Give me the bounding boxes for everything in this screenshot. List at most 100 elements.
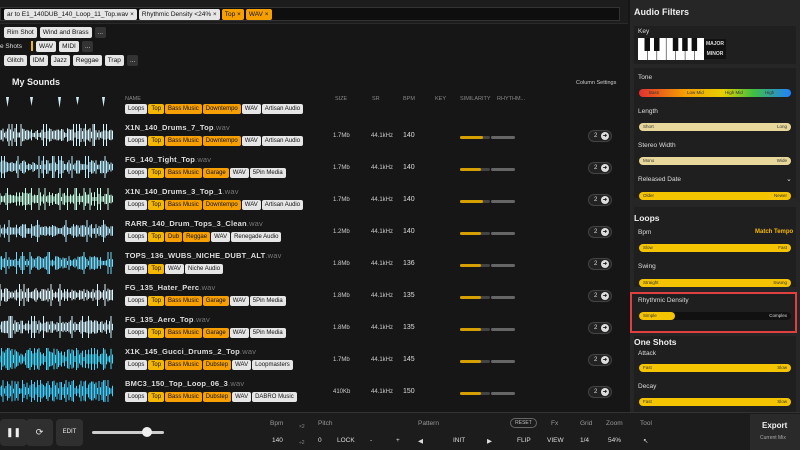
grid-value[interactable]: 1/4 xyxy=(580,437,589,444)
volume-slider[interactable] xyxy=(92,431,164,434)
export-button[interactable]: Export Current Mix xyxy=(750,414,800,450)
tag-chip[interactable]: Loops xyxy=(125,200,148,210)
loop-button[interactable]: ⟳ xyxy=(26,419,53,446)
piano-keyboard[interactable] xyxy=(638,38,704,60)
sound-row[interactable]: FG_140_Tight_Top.wav Loops Top Bass Music Ga… xyxy=(0,151,628,182)
filter-chip-density[interactable]: Rhythmic Density <24% × xyxy=(138,8,220,20)
col-size[interactable]: SIZE xyxy=(335,96,347,102)
waveform[interactable] xyxy=(0,346,114,372)
chevron-down-icon[interactable]: ⌄ xyxy=(786,175,792,183)
zoom-value[interactable]: 54% xyxy=(608,437,621,444)
sound-row[interactable]: X1N_140_Drums_7_Top.wav Loops Top Bass Musi… xyxy=(0,119,628,150)
tag-chip[interactable]: Dubstep xyxy=(202,392,232,402)
tag-chip[interactable]: Bass Music xyxy=(165,360,202,370)
variations-button[interactable]: 2 ➜ xyxy=(588,162,612,174)
tag-chip[interactable]: Bass Music xyxy=(165,168,202,178)
col-sr[interactable]: SR xyxy=(372,96,380,102)
tag-chip[interactable]: Bass Music xyxy=(165,328,202,338)
tag-idm[interactable]: IDM xyxy=(29,54,48,66)
file-name[interactable]: FG_140_Tight_Top.wav xyxy=(125,155,211,164)
sound-row[interactable]: TOPS_136_WUBS_NICHE_DUBT_ALT.wav Loops Top… xyxy=(0,247,628,278)
pitch-up[interactable]: + xyxy=(396,437,400,444)
tag-chip[interactable]: Downtempo xyxy=(202,200,241,210)
tag-chip[interactable]: Top xyxy=(148,104,165,114)
waveform[interactable] xyxy=(0,250,114,276)
col-key[interactable]: KEY xyxy=(435,96,446,102)
pitch-down[interactable]: - xyxy=(370,437,372,444)
file-name[interactable]: FG_135_Aero_Top.wav xyxy=(125,315,210,324)
view-button[interactable]: VIEW xyxy=(547,437,564,444)
density-slider[interactable]: Simple Complex xyxy=(639,312,791,320)
sound-row[interactable]: X1N_140_Drums_3_Top_1.wav Loops Top Bass Mu… xyxy=(0,183,628,214)
tag-chip[interactable]: Loops xyxy=(125,232,148,242)
tag-chip[interactable]: Garage xyxy=(202,296,229,306)
tag-glitch[interactable]: Glitch xyxy=(4,54,27,66)
tag-chip[interactable]: Top xyxy=(148,360,165,370)
attack-slider[interactable]: Fast Slow xyxy=(639,364,791,372)
bpm-slider[interactable]: Slow Fast xyxy=(639,244,791,252)
tag-chip[interactable]: WAV xyxy=(241,136,261,146)
tag-chip[interactable]: Loops xyxy=(125,392,148,402)
tag-chip[interactable]: WAV xyxy=(241,104,261,114)
reset-button[interactable]: RESET xyxy=(510,418,537,428)
tag-chip[interactable]: WAV xyxy=(229,168,249,178)
tag-chip[interactable]: Loops xyxy=(125,296,148,306)
tag-trap[interactable]: Trap xyxy=(104,54,124,66)
variations-button[interactable]: 2 ➜ xyxy=(588,386,612,398)
tag-chip[interactable]: Garage xyxy=(202,168,229,178)
tag-chip[interactable]: Dubstep xyxy=(202,360,232,370)
waveform[interactable] xyxy=(0,154,114,180)
tag-chip[interactable]: WAV xyxy=(229,328,249,338)
variations-button[interactable]: 2 ➜ xyxy=(588,194,612,206)
bpm-value[interactable]: 140 xyxy=(272,437,283,444)
tag-reggae[interactable]: Reggae xyxy=(72,54,102,66)
tag-chip[interactable]: 5Pin Media xyxy=(249,328,286,338)
tag-chip[interactable]: Loops xyxy=(125,360,148,370)
waveform[interactable] xyxy=(0,314,114,340)
variations-button[interactable]: 2 ➜ xyxy=(588,130,612,142)
released-slider[interactable]: Older Newer xyxy=(639,192,791,200)
tag-chip[interactable]: 5Pin Media xyxy=(249,168,286,178)
tag-chip[interactable]: WAV xyxy=(241,200,261,210)
tag-chip[interactable]: Garage xyxy=(202,328,229,338)
sound-row[interactable]: FG_135_Aero_Top.wav Loops Top Bass Music Gar… xyxy=(0,311,628,342)
tag-chip[interactable]: Bass Music xyxy=(165,136,202,146)
tag-chip[interactable]: Reggae xyxy=(183,232,211,242)
file-name[interactable]: BMC3_150_Top_Loop_06_3.wav xyxy=(125,379,244,388)
file-name[interactable]: RARR_140_Drum_Tops_3_Clean.wav xyxy=(125,219,263,228)
flip-button[interactable]: FLIP xyxy=(517,437,531,444)
tag-chip[interactable]: Downtempo xyxy=(202,136,241,146)
more-tags-button[interactable]: ... xyxy=(94,26,107,38)
sound-row[interactable]: BMC3_150_Top_Loop_06_3.wav Loops Top Bass M… xyxy=(0,375,628,406)
sound-row[interactable]: FG_135_Hater_Perc.wav Loops Top Bass Music G… xyxy=(0,279,628,310)
col-name[interactable]: NAME xyxy=(125,96,141,102)
filter-chip-wav[interactable]: WAV × xyxy=(245,8,272,20)
tag-chip[interactable]: Downtempo xyxy=(202,104,241,114)
tag-chip[interactable]: Top xyxy=(148,296,165,306)
tag-chip[interactable]: Bass Music xyxy=(165,392,202,402)
waveform[interactable] xyxy=(0,122,114,148)
tag-chip[interactable]: Dub xyxy=(165,232,183,242)
tag-chip[interactable]: Loopmasters xyxy=(252,360,293,370)
tag-midi[interactable]: MIDI xyxy=(59,40,79,52)
tag-chip[interactable]: Bass Music xyxy=(165,200,202,210)
tag-chip[interactable]: Top xyxy=(148,200,165,210)
active-filters[interactable]: ar to E1_140DUB_140_Loop_11_Top.wav × Rh… xyxy=(0,7,620,21)
swing-slider[interactable]: Straight Swung xyxy=(639,279,791,287)
filter-chip-top[interactable]: Top × xyxy=(221,8,244,20)
double-bpm[interactable]: ×2 xyxy=(299,424,305,430)
sound-row[interactable]: RARR_140_Drum_Tops_3_Clean.wav Loops Top Du… xyxy=(0,215,628,246)
tag-chip[interactable]: Artisan Audio xyxy=(261,104,304,114)
tag-chip[interactable]: 5Pin Media xyxy=(249,296,286,306)
pause-button[interactable]: ❚❚ xyxy=(0,419,27,446)
variations-button[interactable]: 2 ➜ xyxy=(588,322,612,334)
tag-chip[interactable]: Top xyxy=(148,136,165,146)
waveform[interactable] xyxy=(0,218,114,244)
pattern-next[interactable]: ▶ xyxy=(487,437,492,445)
file-name[interactable]: FG_135_Hater_Perc.wav xyxy=(125,283,216,292)
tag-chip[interactable]: WAV xyxy=(232,392,252,402)
file-name[interactable]: X1K_145_Gucci_Drums_2_Top.wav xyxy=(125,347,256,356)
tag-chip[interactable]: Artisan Audio xyxy=(261,136,304,146)
tag-chip[interactable]: WAV xyxy=(165,264,185,274)
tag-chip[interactable]: Artisan Audio xyxy=(261,200,304,210)
